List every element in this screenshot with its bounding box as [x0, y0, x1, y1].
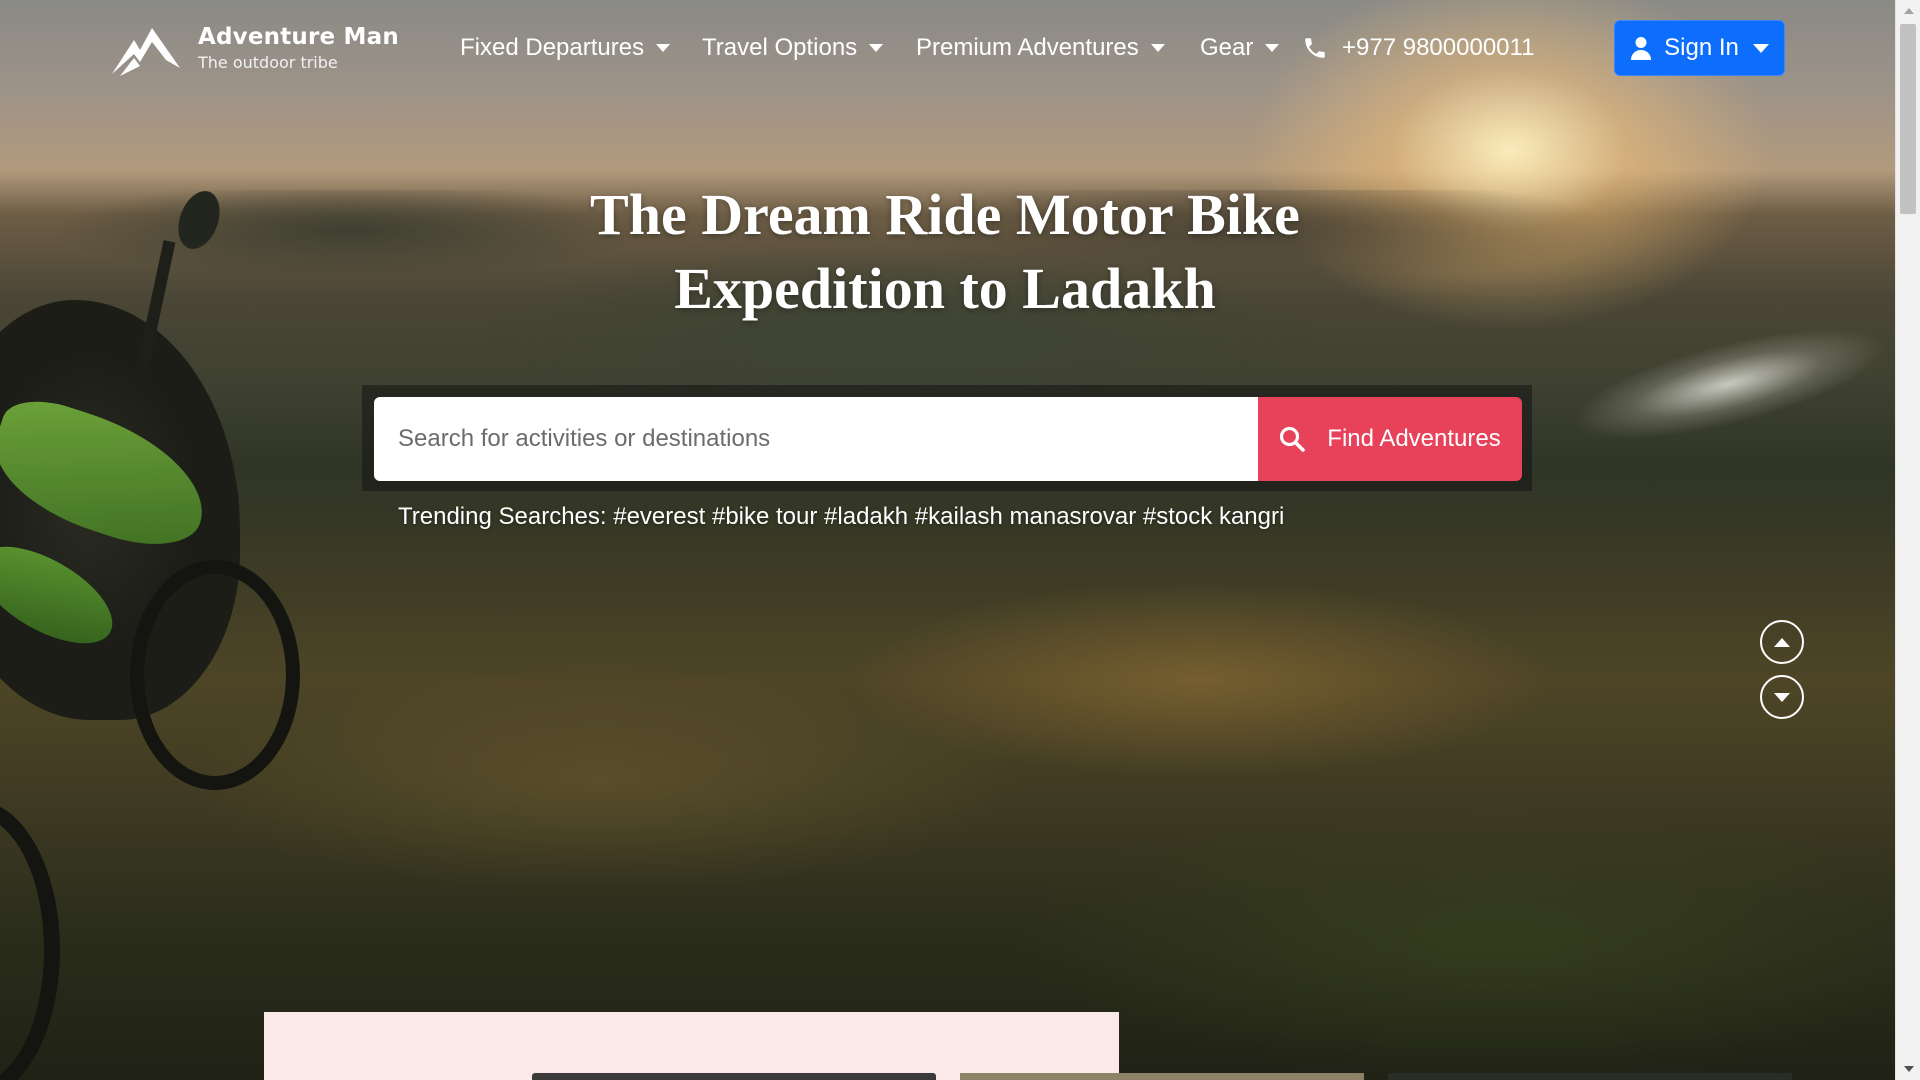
scroll-down-arrow-icon[interactable]	[1904, 1066, 1914, 1072]
caret-down-icon	[869, 44, 884, 52]
nav-label: Fixed Departures	[460, 34, 645, 61]
trending-label: Trending Searches:	[398, 503, 607, 530]
caret-down-icon	[1265, 44, 1280, 52]
hero-title-line2: Expedition to Ladakh	[674, 256, 1216, 321]
hero-background	[0, 0, 1895, 1080]
user-icon	[1631, 37, 1652, 60]
brand-tagline: The outdoor tribe	[198, 53, 338, 72]
sign-in-label: Sign In	[1664, 34, 1739, 61]
phone-icon	[1305, 38, 1325, 58]
search-bar: Find Adventures	[362, 385, 1532, 491]
nav-premium-adventures[interactable]: Premium Adventures	[916, 34, 1165, 62]
chevron-up-icon	[1774, 637, 1790, 647]
trending-tag[interactable]: #stock kangri	[1143, 503, 1284, 530]
mountain-logo-icon	[112, 28, 180, 76]
scroll-up-arrow-icon[interactable]	[1904, 8, 1914, 14]
search-input[interactable]	[374, 397, 1258, 481]
chevron-down-icon	[1774, 692, 1790, 702]
sign-in-button[interactable]: Sign In	[1614, 20, 1785, 76]
caret-down-icon	[1150, 44, 1165, 52]
hero-title: The Dream Ride Motor Bike Expedition to …	[480, 178, 1410, 326]
card-thumbnail[interactable]	[960, 1073, 1364, 1080]
hero-title-line1: The Dream Ride Motor Bike	[590, 182, 1300, 247]
page-scrollbar[interactable]	[1895, 0, 1920, 1080]
brand-name: Adventure Man	[198, 24, 399, 50]
scrollbar-thumb[interactable]	[1900, 24, 1916, 214]
trending-tag[interactable]: #bike tour	[712, 503, 817, 530]
trending-searches: Trending Searches: #everest #bike tour #…	[398, 503, 1284, 531]
promo-card	[264, 1012, 1119, 1080]
caret-down-icon	[1752, 43, 1769, 53]
nav-label: Travel Options	[702, 34, 858, 61]
nav-label: Premium Adventures	[916, 34, 1139, 61]
nav-label: Gear	[1200, 34, 1254, 61]
search-icon	[1280, 426, 1306, 452]
find-adventures-label: Find Adventures	[1327, 425, 1501, 452]
trending-tag[interactable]: #everest	[613, 503, 705, 530]
trending-tag[interactable]: #ladakh	[824, 503, 908, 530]
brand-logo[interactable]: Adventure Man The outdoor tribe	[110, 18, 399, 78]
carousel-prev-button[interactable]	[1760, 620, 1804, 664]
nav-gear[interactable]: Gear	[1200, 34, 1280, 62]
card-thumbnail[interactable]	[1388, 1073, 1792, 1080]
carousel-next-button[interactable]	[1760, 675, 1804, 719]
navbar: Adventure Man The outdoor tribe Fixed De…	[0, 0, 1895, 100]
find-adventures-button[interactable]: Find Adventures	[1258, 397, 1522, 481]
nav-phone[interactable]: +977 9800000011	[1302, 34, 1534, 62]
brand-text: Adventure Man The outdoor tribe	[198, 24, 399, 72]
nav-travel-options[interactable]: Travel Options	[702, 34, 884, 62]
nav-fixed-departures[interactable]: Fixed Departures	[460, 34, 671, 62]
trending-tag[interactable]: #kailash manasrovar	[915, 503, 1136, 530]
caret-down-icon	[656, 44, 671, 52]
phone-number: +977 9800000011	[1342, 34, 1535, 61]
card-thumbnail[interactable]	[532, 1073, 936, 1080]
motorbike-front-wheel	[130, 560, 300, 790]
